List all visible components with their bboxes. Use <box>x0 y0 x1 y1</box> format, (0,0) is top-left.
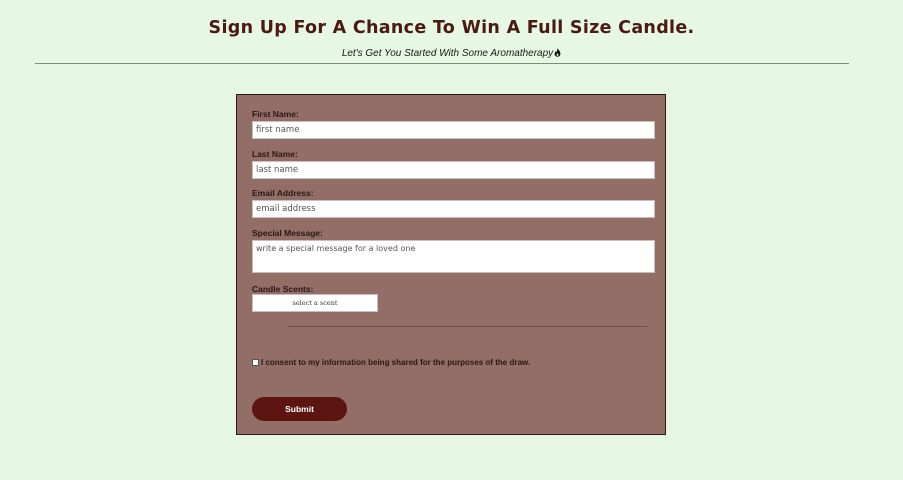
email-label: Email Address: <box>252 188 314 198</box>
page: Sign Up For A Chance To Win A Full Size … <box>0 0 903 480</box>
last-name-label: Last Name: <box>252 149 298 159</box>
subtitle-text: Let's Get You Started With Some Aromathe… <box>341 48 554 59</box>
page-subtitle: Let's Get You Started With Some Aromathe… <box>0 48 903 60</box>
form-divider <box>288 326 647 327</box>
consent-label: I consent to my information being shared… <box>261 358 531 367</box>
page-title: Sign Up For A Chance To Win A Full Size … <box>208 18 695 38</box>
email-input[interactable]: email address <box>252 200 655 218</box>
header-divider <box>35 63 849 64</box>
submit-button[interactable]: Submit <box>252 397 347 421</box>
candle-scents-select[interactable]: select a scent <box>252 294 378 312</box>
consent-row: I consent to my information being shared… <box>252 358 530 367</box>
flame-icon <box>554 48 561 60</box>
first-name-label: First Name: <box>252 109 299 119</box>
candle-scents-label: Candle Scents: <box>252 284 314 294</box>
last-name-input[interactable]: last name <box>252 161 655 179</box>
signup-form: First Name: first name Last Name: last n… <box>236 94 666 435</box>
first-name-input[interactable]: first name <box>252 121 655 139</box>
consent-checkbox[interactable] <box>252 359 259 366</box>
special-message-label: Special Message: <box>252 228 323 238</box>
special-message-textarea[interactable]: write a special message for a loved one <box>252 240 655 273</box>
